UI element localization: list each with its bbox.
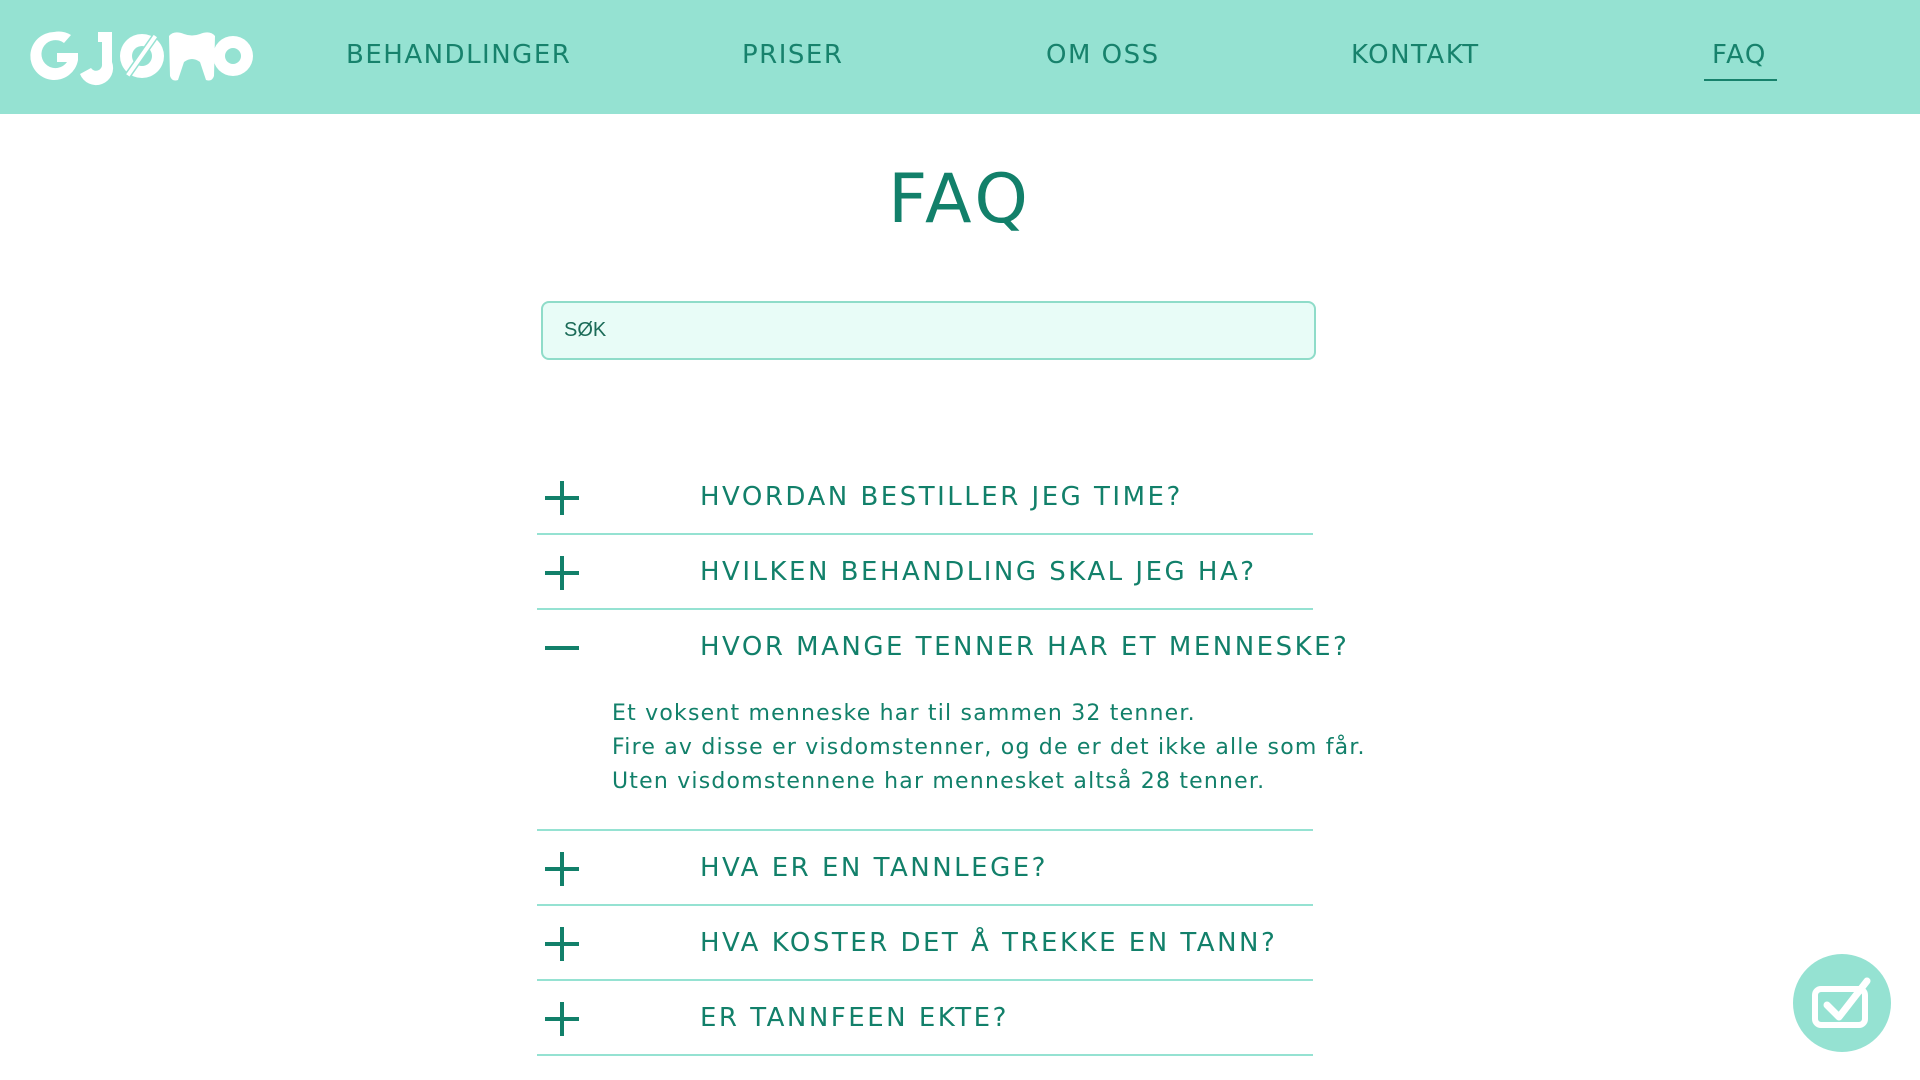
page-title: FAQ [888, 160, 1032, 239]
faq-item: HVA KOSTER DET Å TREKKE EN TANN? [537, 906, 1313, 981]
faq-question-toggle[interactable]: ER TANNFEEN EKTE? [537, 981, 1313, 1054]
nav-item-behandlinger[interactable]: BEHANDLINGER [346, 40, 571, 70]
nav-item-kontakt[interactable]: KONTAKT [1351, 40, 1480, 70]
site-logo[interactable] [28, 26, 254, 86]
faq-item: ER TANNFEEN EKTE? [537, 981, 1313, 1056]
faq-question-toggle[interactable]: HVA ER EN TANNLEGE? [537, 831, 1313, 904]
nav-item-priser[interactable]: PRISER [742, 40, 843, 70]
site-header: BEHANDLINGER PRISER OM OSS KONTAKT FAQ [0, 0, 1920, 114]
faq-question: HVILKEN BEHANDLING SKAL JEG HA? [700, 557, 1257, 587]
logo-graphic [30, 31, 253, 86]
plus-icon[interactable] [545, 1002, 579, 1036]
faq-item: HVILKEN BEHANDLING SKAL JEG HA? [537, 535, 1313, 610]
faq-question: HVA KOSTER DET Å TREKKE EN TANN? [700, 928, 1278, 958]
faq-question: HVORDAN BESTILLER JEG TIME? [700, 482, 1183, 512]
faq-answer-line: Uten visdomstennene har mennesket altså … [612, 769, 1266, 794]
faq-item: HVORDAN BESTILLER JEG TIME? [537, 460, 1313, 535]
faq-question-toggle[interactable]: HVA KOSTER DET Å TREKKE EN TANN? [537, 906, 1313, 979]
faq-question-toggle[interactable]: HVILKEN BEHANDLING SKAL JEG HA? [537, 535, 1313, 608]
search-box [541, 301, 1316, 360]
plus-icon[interactable] [545, 927, 579, 961]
nav-item-faq[interactable]: FAQ [1704, 40, 1777, 81]
faq-list: HVORDAN BESTILLER JEG TIME? HVILKEN BEHA… [537, 460, 1366, 1056]
faq-answer-line: Et voksent menneske har til sammen 32 te… [612, 701, 1196, 726]
faq-question-toggle[interactable]: HVOR MANGE TENNER HAR ET MENNESKE? [537, 610, 1347, 683]
minus-icon[interactable] [545, 631, 579, 665]
faq-question: HVA ER EN TANNLEGE? [700, 853, 1048, 883]
nav-item-om-oss[interactable]: OM OSS [1046, 40, 1160, 70]
faq-item: HVA ER EN TANNLEGE? [537, 831, 1313, 906]
faq-question: HVOR MANGE TENNER HAR ET MENNESKE? [700, 632, 1350, 662]
faq-answer-line: Fire av disse er visdomstenner, og de er… [612, 735, 1366, 760]
plus-icon[interactable] [545, 481, 579, 515]
faq-answer: Et voksent menneske har til sammen 32 te… [537, 683, 1366, 829]
faq-question-toggle[interactable]: HVORDAN BESTILLER JEG TIME? [537, 460, 1313, 533]
faq-question: ER TANNFEEN EKTE? [700, 1003, 1009, 1033]
search-input[interactable] [543, 303, 1314, 358]
plus-icon[interactable] [545, 852, 579, 886]
floating-action-button[interactable] [1793, 954, 1891, 1052]
checkbox-check-icon [1812, 977, 1871, 1028]
faq-item-expanded: HVOR MANGE TENNER HAR ET MENNESKE? Et vo… [537, 610, 1366, 831]
plus-icon[interactable] [545, 556, 579, 590]
